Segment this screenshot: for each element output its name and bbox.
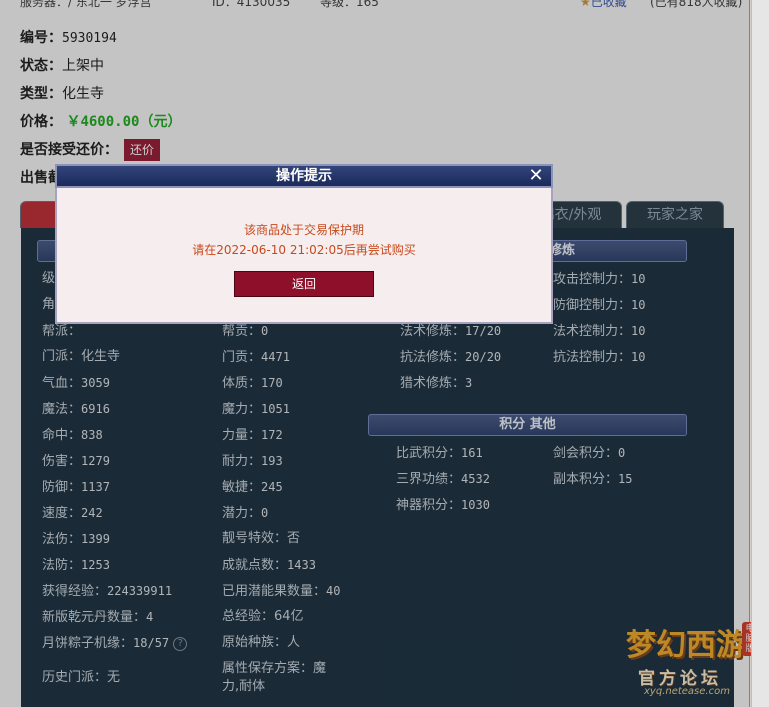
vertical-scrollbar[interactable] bbox=[751, 0, 769, 707]
dialog-message-line2: 请在2022-06-10 21:02:05后再尝试购买 bbox=[192, 243, 416, 257]
operation-dialog: 操作提示 ✕ 该商品处于交易保护期 请在2022-06-10 21:02:05后… bbox=[55, 164, 553, 324]
return-button[interactable]: 返回 bbox=[234, 271, 374, 297]
dialog-titlebar: 操作提示 ✕ bbox=[55, 164, 553, 188]
dialog-message-line1: 该商品处于交易保护期 bbox=[243, 223, 364, 237]
close-icon[interactable]: ✕ bbox=[527, 166, 545, 186]
dialog-body: 该商品处于交易保护期 请在2022-06-10 21:02:05后再尝试购买 返… bbox=[55, 188, 553, 324]
modal-overlay bbox=[0, 0, 750, 707]
dialog-title: 操作提示 bbox=[276, 168, 332, 184]
page-content: 服务器：/ 东北一 罗浮宫 ID：4130035 等级：165 ★已收藏 (已有… bbox=[0, 0, 758, 707]
